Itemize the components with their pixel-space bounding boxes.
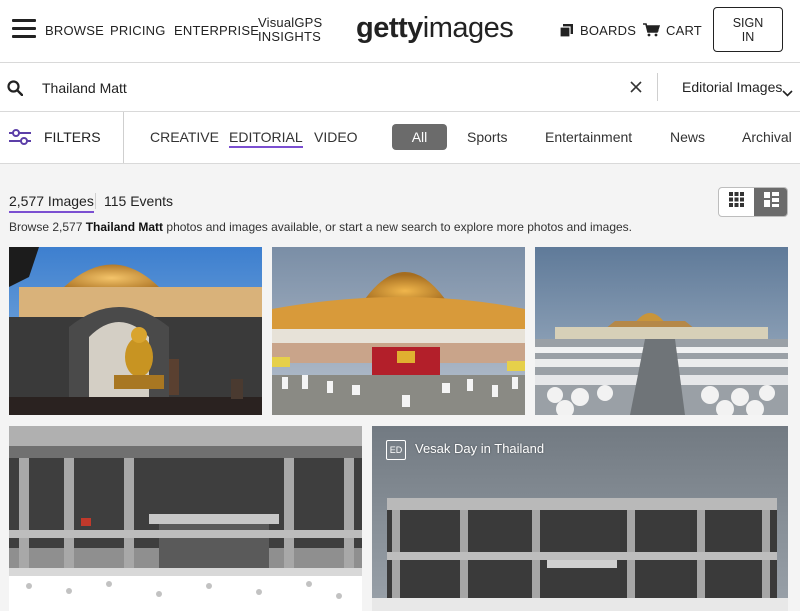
tab-editorial[interactable]: EDITORIAL — [229, 129, 303, 148]
category-entertainment[interactable]: Entertainment — [545, 129, 632, 145]
signin-line2: IN — [741, 29, 755, 44]
filters-divider — [123, 112, 124, 163]
signin-line1: SIGN — [732, 15, 764, 30]
clear-search-icon[interactable] — [630, 80, 642, 98]
visualgps-line2: INSIGHTS — [258, 29, 321, 44]
view-toggle — [718, 187, 788, 217]
tab-creative[interactable]: CREATIVE — [150, 129, 219, 145]
signin-button[interactable]: SIGN IN — [713, 7, 783, 52]
grid-icon — [729, 192, 744, 212]
editorial-badge: ED — [386, 440, 406, 460]
result-image[interactable] — [272, 247, 525, 415]
tab-video[interactable]: VIDEO — [314, 129, 358, 145]
category-all-label: All — [411, 129, 428, 145]
browse-query: Thailand Matt — [85, 220, 164, 234]
category-news[interactable]: News — [670, 129, 705, 145]
image-buddha-dome — [9, 247, 262, 415]
nav-enterprise[interactable]: ENTERPRISE — [174, 23, 259, 38]
category-sports[interactable]: Sports — [467, 129, 507, 145]
result-image[interactable] — [535, 247, 788, 415]
boards-icon — [559, 24, 573, 42]
category-archival[interactable]: Archival — [742, 129, 792, 145]
images-count-tab[interactable]: 2,577 Images — [9, 193, 94, 213]
mosaic-view-button[interactable] — [754, 188, 787, 216]
menu-icon[interactable] — [12, 19, 36, 39]
grid-view-button[interactable] — [719, 188, 754, 216]
getty-logo[interactable]: gettyimages — [356, 12, 514, 45]
nav-browse[interactable]: BROWSE — [45, 23, 104, 38]
events-count-tab[interactable]: 115 Events — [104, 193, 173, 209]
browse-prefix: Browse 2,577 — [9, 220, 86, 234]
chevron-down-icon[interactable] — [782, 84, 793, 102]
logo-bold: getty — [356, 12, 423, 44]
image-stupa-ceremony — [272, 247, 525, 415]
filters-icon[interactable] — [9, 129, 31, 150]
filter-bar: FILTERS CREATIVE EDITORIAL VIDEO All Spo… — [0, 112, 800, 164]
logo-light: images — [422, 12, 514, 44]
site-header: BROWSE PRICING ENTERPRISE VisualGPS INSI… — [0, 0, 800, 63]
search-bar: Editorial Images — [0, 63, 800, 112]
result-image[interactable] — [9, 247, 262, 415]
search-divider — [657, 73, 658, 101]
result-image[interactable] — [9, 426, 362, 611]
image-pilgrims-field — [535, 247, 788, 415]
browse-description: Browse 2,577 Thailand Matt photos and im… — [9, 220, 632, 234]
filters-button[interactable]: FILTERS — [44, 129, 101, 145]
count-divider — [95, 193, 96, 209]
cart-icon — [643, 23, 661, 42]
browse-suffix: photos and images available, or start a … — [163, 220, 632, 234]
boards-link[interactable]: BOARDS — [580, 23, 636, 38]
category-all-chip[interactable]: All — [392, 124, 447, 150]
mosaic-icon — [764, 192, 779, 212]
nav-visualgps[interactable]: VisualGPS INSIGHTS — [258, 16, 322, 44]
search-input[interactable] — [32, 73, 604, 103]
scope-label: Editorial Images — [682, 79, 783, 95]
nav-pricing[interactable]: PRICING — [110, 23, 166, 38]
result-image[interactable]: ED Vesak Day in Thailand — [372, 426, 788, 611]
image-caption: Vesak Day in Thailand — [415, 441, 545, 456]
visualgps-line1: VisualGPS — [258, 15, 323, 30]
search-icon[interactable] — [7, 80, 24, 101]
cart-link[interactable]: CART — [666, 23, 702, 38]
scope-dropdown[interactable]: Editorial Images — [682, 79, 782, 95]
image-hall-left — [9, 426, 362, 611]
